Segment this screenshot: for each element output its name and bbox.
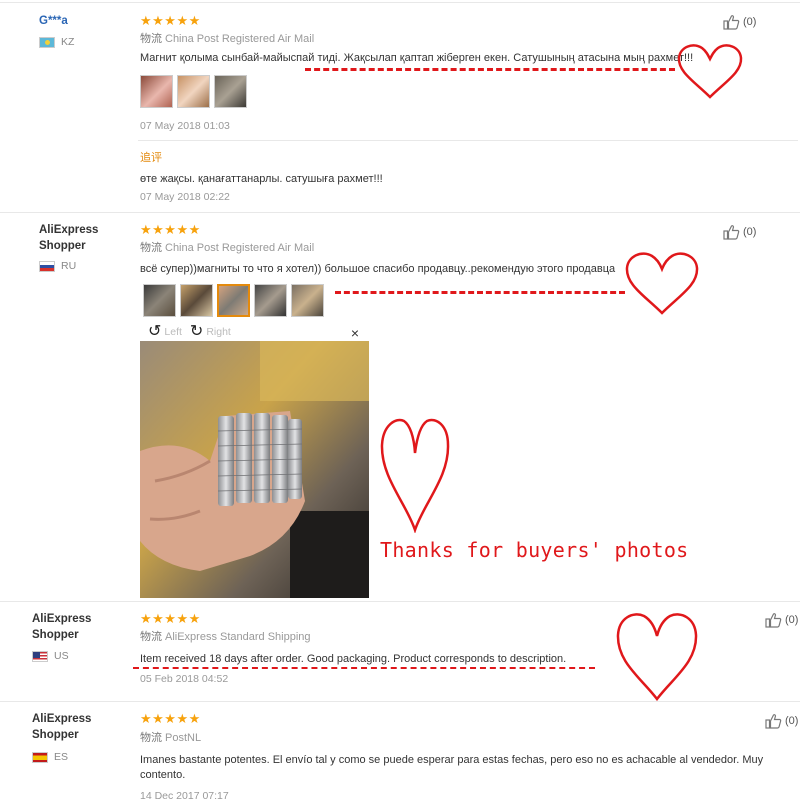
rotate-left-icon: ↺ [148,323,162,340]
thumbs-up-icon [723,225,740,240]
star-rating: ★★★★★ [140,13,201,28]
review-photo-thumbnail[interactable] [180,284,213,317]
helpful-button[interactable]: (0) [723,14,756,30]
heart-icon [625,252,699,315]
thumbs-up-icon [765,613,782,628]
thumbs-up-icon [723,15,740,30]
review-photo-thumbnail[interactable] [177,75,210,108]
divider [138,140,798,141]
flag-kz-icon [39,36,55,48]
review-photo-thumbnail-selected[interactable] [217,284,250,317]
reviewer-name[interactable]: AliExpress Shopper [32,711,112,743]
heart-icon [380,418,450,533]
close-icon[interactable]: × [351,325,359,341]
star-rating: ★★★★★ [140,222,201,237]
helpful-button[interactable]: (0) [765,713,798,729]
star-rating: ★★★★★ [140,611,201,626]
additional-review-text: өте жақсы. қанағаттанарлы. сатушыға рахм… [140,173,383,185]
shipping-method: 物流 AliExpress Standard Shipping [140,631,311,643]
reviewer-name[interactable]: G***a [39,13,68,29]
dashed-underline-annotation [305,68,675,71]
review-photos [143,284,324,317]
review-photo-thumbnail[interactable] [254,284,287,317]
reviewer-country: KZ [39,36,74,48]
divider [0,601,800,602]
shipping-method: 物流 China Post Registered Air Mail [140,33,315,45]
star-rating: ★★★★★ [140,711,201,726]
review-text: Магнит қолыма сынбай-майыспай тиді. Жақс… [140,52,694,64]
additional-review-label: 追评 [140,152,162,164]
heart-icon [677,44,743,99]
shipping-method: 物流 China Post Registered Air Mail [140,242,315,254]
review-photo-thumbnail[interactable] [291,284,324,317]
review-text: Item received 18 days after order. Good … [140,653,567,665]
reviewer-country: RU [39,260,76,272]
flag-ru-icon [39,260,55,272]
reviewer-country: US [32,650,69,662]
dashed-underline-annotation [133,667,595,669]
thumbs-up-icon [765,714,782,729]
additional-review-date: 07 May 2018 02:22 [140,191,230,203]
review-photo-enlarged [140,341,369,598]
review-text: Imanes bastante potentes. El envío tal y… [140,754,764,781]
reviewer-name[interactable]: AliExpress Shopper [32,611,112,643]
hand-holding-magnets-image [140,341,369,598]
rotate-right-icon: ↻ [189,323,204,340]
dashed-underline-annotation [335,291,625,294]
helpful-button[interactable]: (0) [765,612,798,628]
review-date: 05 Feb 2018 04:52 [140,673,229,685]
review-text: всё супер))магниты то что я хотел)) боль… [140,263,616,275]
review-date: 14 Dec 2017 07:17 [140,790,229,800]
photo-viewer-toolbar: ↺ Left ↻ Right × [140,323,369,342]
reviewer-country: ES [32,751,68,763]
rotate-left-button[interactable]: ↺ Left [148,323,182,340]
review-date: 07 May 2018 01:03 [140,120,230,132]
divider [0,2,800,3]
thanks-caption: Thanks for buyers' photos [380,538,689,562]
helpful-button[interactable]: (0) [723,224,756,240]
review-photos [140,75,247,108]
heart-icon [616,613,698,702]
flag-es-icon [32,751,48,763]
reviewer-name[interactable]: AliExpress Shopper [39,222,119,254]
rotate-right-button[interactable]: ↻ Right [189,323,231,340]
flag-us-icon [32,650,48,662]
shipping-method: 物流 PostNL [140,732,202,744]
review-photo-thumbnail[interactable] [140,75,173,108]
review-photo-thumbnail[interactable] [143,284,176,317]
review-photo-thumbnail[interactable] [214,75,247,108]
divider [0,212,800,213]
